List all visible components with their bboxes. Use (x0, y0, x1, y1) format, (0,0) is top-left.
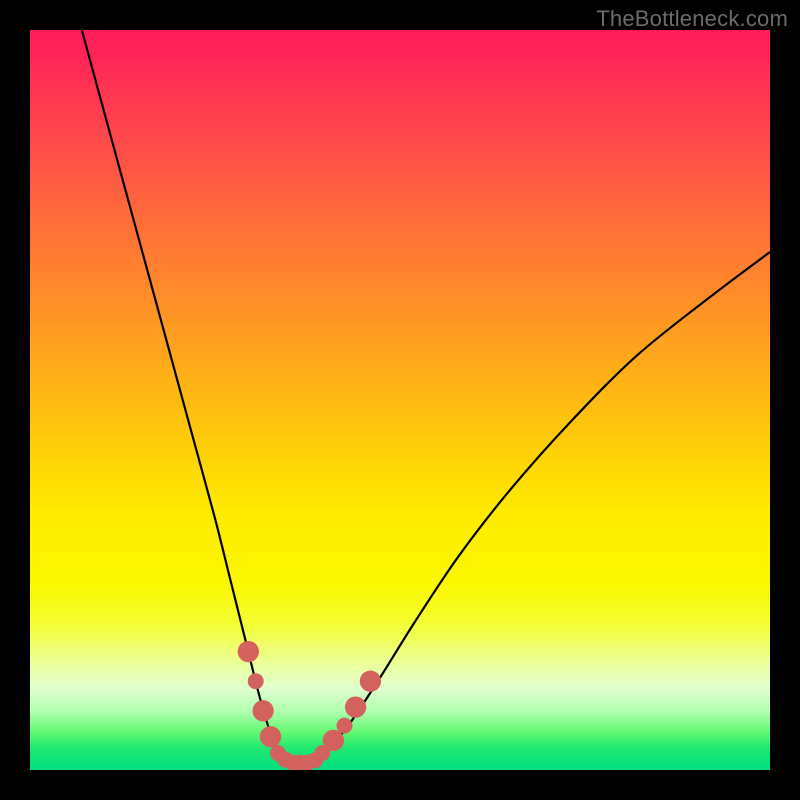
curve-marker (337, 718, 353, 734)
curve-marker (360, 671, 381, 692)
curve-marker (252, 700, 273, 721)
chart-plot-area (30, 30, 770, 770)
curve-marker (248, 673, 264, 689)
curve-marker (260, 726, 281, 747)
curve-marker (238, 641, 259, 662)
bottleneck-curve (82, 30, 770, 764)
curve-markers (238, 641, 381, 770)
curve-svg (30, 30, 770, 770)
curve-marker (323, 730, 344, 751)
watermark-text: TheBottleneck.com (596, 6, 788, 32)
curve-marker (345, 696, 366, 717)
